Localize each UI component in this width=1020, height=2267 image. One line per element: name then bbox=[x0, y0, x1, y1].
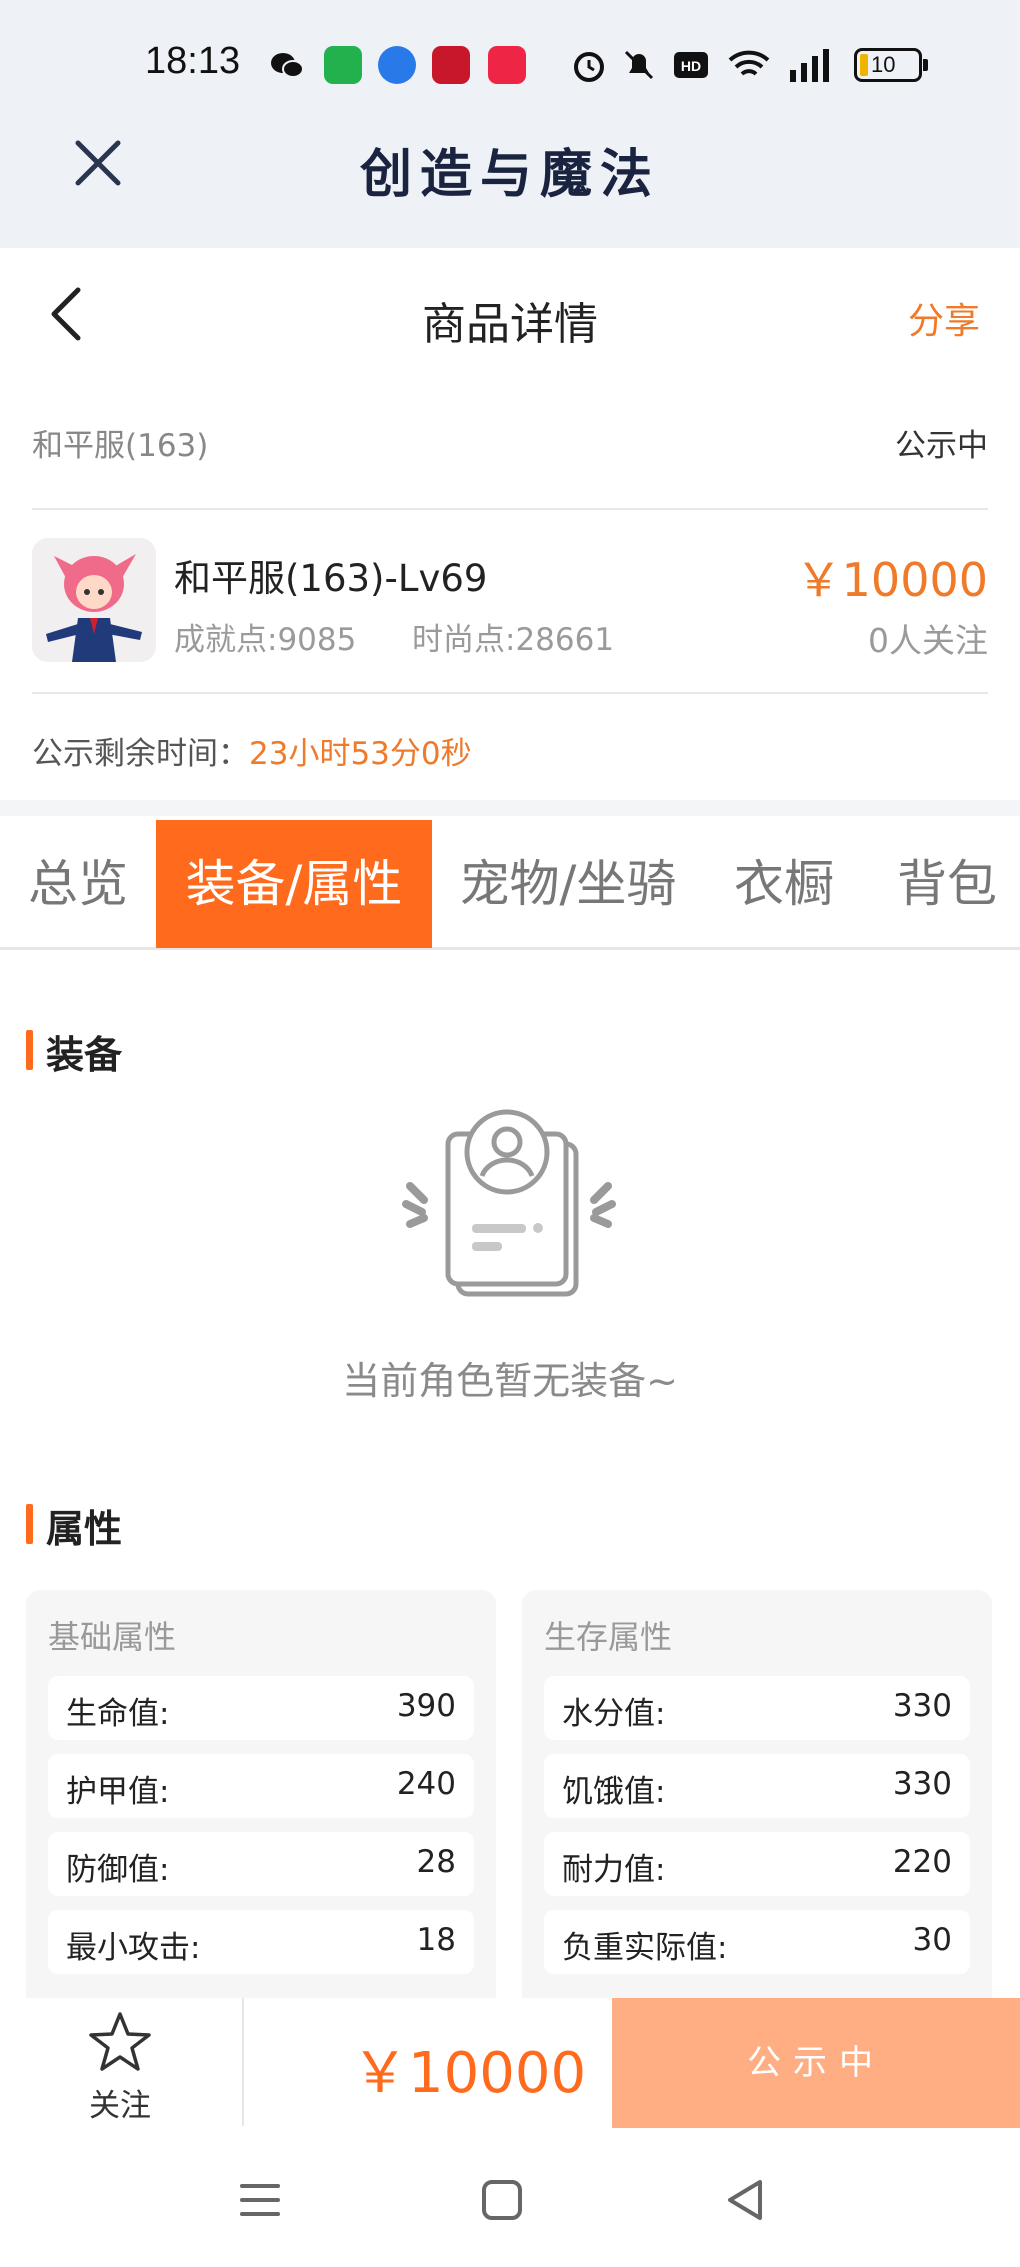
tab-backpack[interactable]: 背包 bbox=[874, 820, 1020, 948]
app-top-area: 18:13 HD 10 创造与魔法 bbox=[0, 0, 1020, 248]
tab-equipment-attributes[interactable]: 装备/属性 bbox=[156, 820, 432, 948]
attribute-value: 390 bbox=[396, 1688, 456, 1724]
empty-equipment-icon bbox=[402, 1109, 616, 1297]
survival-attributes-panel: 生存属性 水分值: 330 饥饿值: 330 耐力值: 220 负重实际值: 3… bbox=[522, 1590, 992, 2010]
page-title: 商品详情 bbox=[422, 299, 598, 350]
home-icon[interactable] bbox=[472, 2170, 532, 2230]
battery-level: 10 bbox=[871, 52, 896, 77]
attribute-value: 240 bbox=[396, 1766, 456, 1802]
product-card[interactable]: 和平服(163)-Lv69 成就点:9085 时尚点:28661 ￥10000 … bbox=[32, 538, 988, 666]
follow-label: 关注 bbox=[89, 2088, 151, 2124]
attribute-key: 生命值: bbox=[66, 1696, 170, 1732]
attribute-value: 330 bbox=[892, 1766, 952, 1802]
share-button[interactable]: 分享 bbox=[908, 292, 980, 344]
attribute-value: 28 bbox=[416, 1844, 456, 1880]
attribute-key: 饥饿值: bbox=[562, 1774, 666, 1810]
alarm-icon bbox=[574, 52, 604, 82]
remaining-time: 公示剩余时间：23小时53分0秒 bbox=[32, 728, 472, 773]
character-avatar bbox=[32, 538, 156, 662]
attribute-row: 护甲值: 240 bbox=[48, 1754, 474, 1818]
tab-overview[interactable]: 总览 bbox=[0, 820, 156, 948]
attribute-value: 330 bbox=[892, 1688, 952, 1724]
product-name: 和平服(163)-Lv69 bbox=[174, 557, 488, 600]
app-red-icon bbox=[432, 46, 470, 84]
divider bbox=[32, 508, 988, 510]
divider bbox=[32, 692, 988, 694]
back-nav-icon[interactable] bbox=[716, 2170, 776, 2230]
app-blue-icon bbox=[378, 46, 416, 84]
attributes-section-title: 属性 bbox=[26, 1498, 122, 1553]
app-green-icon bbox=[324, 46, 362, 84]
status-time: 18:13 bbox=[145, 40, 241, 82]
bottom-price: ￥10000 bbox=[352, 2041, 587, 2106]
attribute-key: 最小攻击: bbox=[66, 1930, 201, 1966]
star-icon bbox=[89, 2012, 151, 2071]
attribute-value: 30 bbox=[912, 1922, 952, 1958]
equipment-section-title: 装备 bbox=[26, 1024, 122, 1079]
wifi-icon bbox=[728, 50, 770, 76]
attribute-key: 护甲值: bbox=[66, 1774, 170, 1810]
product-price: ￥10000 bbox=[795, 553, 988, 607]
fashion-points: 时尚点:28661 bbox=[412, 622, 615, 658]
mute-icon bbox=[624, 50, 654, 80]
attribute-row: 水分值: 330 bbox=[544, 1676, 970, 1740]
attribute-key: 防御值: bbox=[66, 1852, 170, 1888]
survival-attributes-title: 生存属性 bbox=[544, 1618, 673, 1656]
page-header: 商品详情 分享 bbox=[0, 248, 1020, 380]
remaining-time-label: 公示剩余时间： bbox=[32, 736, 249, 772]
menu-icon[interactable] bbox=[230, 2170, 290, 2230]
section-gap bbox=[0, 800, 1020, 816]
follow-button[interactable]: 关注 bbox=[70, 2010, 170, 2124]
bottom-action-bar: 关注 ￥10000 公示中 bbox=[0, 1998, 1020, 2128]
server-name: 和平服(163) bbox=[32, 428, 209, 464]
hd-icon: HD bbox=[674, 52, 708, 78]
signal-icon bbox=[790, 49, 829, 82]
publicity-button[interactable]: 公示中 bbox=[612, 1998, 1020, 2128]
attribute-row: 耐力值: 220 bbox=[544, 1832, 970, 1896]
achievement-points: 成就点:9085 bbox=[174, 622, 357, 658]
remaining-time-value: 23小时53分0秒 bbox=[249, 736, 472, 772]
publicity-status: 公示中 bbox=[895, 428, 988, 464]
tab-bar: 总览 装备/属性 宠物/坐骑 衣橱 背包 bbox=[0, 820, 1020, 950]
attribute-row: 最小攻击: 18 bbox=[48, 1910, 474, 1974]
attribute-row: 饥饿值: 330 bbox=[544, 1754, 970, 1818]
tab-wardrobe[interactable]: 衣橱 bbox=[712, 820, 856, 948]
attribute-value: 18 bbox=[416, 1922, 456, 1958]
follower-count: 0人关注 bbox=[868, 621, 988, 660]
battery-icon: 10 bbox=[854, 48, 928, 82]
attribute-row: 生命值: 390 bbox=[48, 1676, 474, 1740]
server-row: 和平服(163) 公示中 bbox=[32, 410, 988, 470]
tab-pets-mounts[interactable]: 宠物/坐骑 bbox=[446, 820, 690, 948]
attribute-key: 负重实际值: bbox=[562, 1930, 728, 1966]
attribute-key: 耐力值: bbox=[562, 1852, 666, 1888]
xiaohongshu-icon bbox=[488, 46, 526, 84]
attribute-row: 防御值: 28 bbox=[48, 1832, 474, 1896]
basic-attributes-panel: 基础属性 生命值: 390 护甲值: 240 防御值: 28 最小攻击: 18 bbox=[26, 1590, 496, 2010]
system-nav-bar bbox=[0, 2128, 1020, 2267]
empty-equipment-text: 当前角色暂无装备~ bbox=[342, 1359, 678, 1403]
attribute-value: 220 bbox=[892, 1844, 952, 1880]
wechat-icon bbox=[271, 53, 304, 78]
status-bar: 18:13 HD 10 bbox=[0, 30, 1020, 100]
divider bbox=[242, 1998, 244, 2126]
svg-text:HD: HD bbox=[681, 58, 701, 74]
app-title: 创造与魔法 bbox=[359, 144, 660, 205]
attribute-key: 水分值: bbox=[562, 1696, 666, 1732]
basic-attributes-title: 基础属性 bbox=[48, 1618, 177, 1656]
attribute-row: 负重实际值: 30 bbox=[544, 1910, 970, 1974]
